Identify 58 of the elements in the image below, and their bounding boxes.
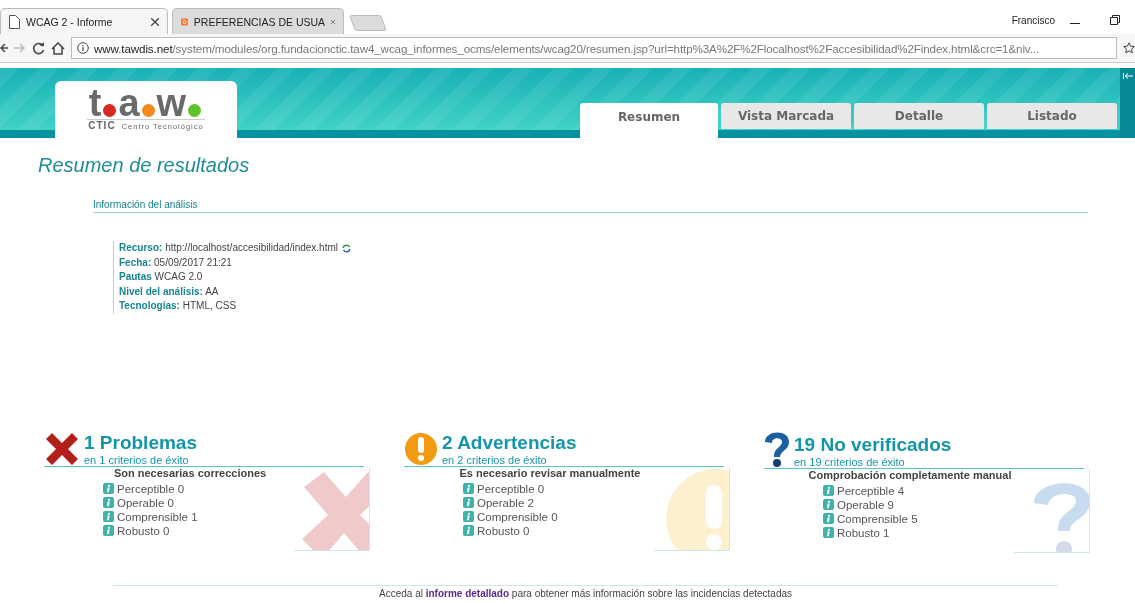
logo-letter: a bbox=[118, 87, 140, 119]
summary-heading[interactable]: 19 No verificados bbox=[794, 433, 952, 456]
profile-name[interactable]: Francisco bbox=[1011, 15, 1055, 26]
principle-count: Comprensible 0 bbox=[477, 510, 558, 523]
info-field: Nivel del análisis: AA bbox=[119, 284, 219, 299]
info-field: Fecha: 05/09/2017 21:21 bbox=[119, 255, 232, 270]
exclamation-icon bbox=[404, 431, 438, 466]
page-icon bbox=[9, 14, 20, 29]
star-icon[interactable] bbox=[1123, 42, 1135, 54]
principle-count: Comprensible 1 bbox=[117, 510, 198, 523]
info-field: Tecnologías: HTML, CSS bbox=[119, 299, 237, 314]
principle-count: Robusto 1 bbox=[837, 526, 890, 539]
summary-subtitle: en 1 criterios de éxito bbox=[84, 453, 190, 466]
new-tab-button[interactable] bbox=[349, 15, 387, 31]
nav-tab[interactable]: Detalle bbox=[854, 103, 984, 129]
summary-subtitle: en 19 criterios de éxito bbox=[794, 455, 906, 468]
minimize-icon[interactable] bbox=[1070, 23, 1080, 25]
logo-letter: w bbox=[156, 87, 187, 119]
summary-note: Son necesarias correcciones bbox=[112, 466, 268, 479]
address-bar[interactable]: www.tawdis.net/system/modules/org.fundacionctic.taw4_wcag_informes_ocms/elements/wcag20/resumen.jsp?url=http%3A%2F%2Flocalhost%2Faccesibilidad%2Findex.html&crc=1&niv... bbox=[71, 37, 1117, 59]
nav-tab[interactable]: Vista Marcada bbox=[721, 103, 851, 129]
collapse-icon[interactable] bbox=[1122, 73, 1133, 79]
back-icon[interactable] bbox=[0, 42, 8, 54]
principle-count: Perceptible 4 bbox=[837, 484, 905, 497]
section-heading: Información del análisis bbox=[93, 199, 1088, 213]
principle-count: Robusto 0 bbox=[117, 524, 170, 537]
info-field: Recurso: http://localhost/accesibilidad/index.html bbox=[119, 241, 338, 256]
principle-count: Robusto 0 bbox=[477, 524, 530, 537]
principle-count: Comprensible 5 bbox=[837, 512, 918, 525]
page-title: Resumen de resultados bbox=[38, 154, 251, 177]
summary-heading[interactable]: 1 Problemas bbox=[84, 431, 197, 454]
logo-org: CTIC bbox=[88, 120, 116, 131]
close-icon[interactable] bbox=[151, 17, 159, 26]
home-icon[interactable] bbox=[51, 41, 65, 55]
principle-count: Operable 2 bbox=[477, 496, 534, 509]
report-link[interactable]: informe detallado bbox=[425, 587, 510, 599]
info-icon[interactable] bbox=[77, 42, 89, 54]
forward-icon[interactable] bbox=[14, 42, 26, 54]
nav-tab[interactable]: Resumen bbox=[580, 103, 718, 138]
refresh-icon[interactable] bbox=[342, 243, 351, 253]
principle-count: Perceptible 0 bbox=[477, 482, 545, 495]
reload-icon[interactable] bbox=[32, 41, 45, 55]
summary-note: Es necesario revisar manualmente bbox=[458, 466, 642, 479]
principle-count: Perceptible 0 bbox=[117, 482, 185, 495]
question-mark-icon bbox=[764, 431, 790, 468]
nav-tab[interactable]: Listado bbox=[987, 103, 1117, 129]
summary-subtitle: en 2 criterios de éxito bbox=[442, 453, 548, 466]
summary-note: Comprobación completamente manual bbox=[807, 468, 1013, 481]
browser-tab[interactable]: PREFERENCIAS DE USUA bbox=[172, 8, 344, 34]
restore-icon[interactable] bbox=[1110, 15, 1120, 25]
logo-letter: t bbox=[88, 87, 102, 119]
principle-count: Operable 9 bbox=[837, 498, 894, 511]
browser-tab[interactable]: WCAG 2 - Informe bbox=[0, 8, 168, 34]
footer-text: Acceda al informe detallado para obtener más información sobre las incidencias detectadas bbox=[379, 587, 792, 599]
info-field: Pautas WCAG 2.0 bbox=[119, 270, 203, 285]
principle-count: Operable 0 bbox=[117, 496, 174, 509]
summary-heading[interactable]: 2 Advertencias bbox=[442, 431, 577, 454]
cross-icon bbox=[44, 431, 80, 466]
